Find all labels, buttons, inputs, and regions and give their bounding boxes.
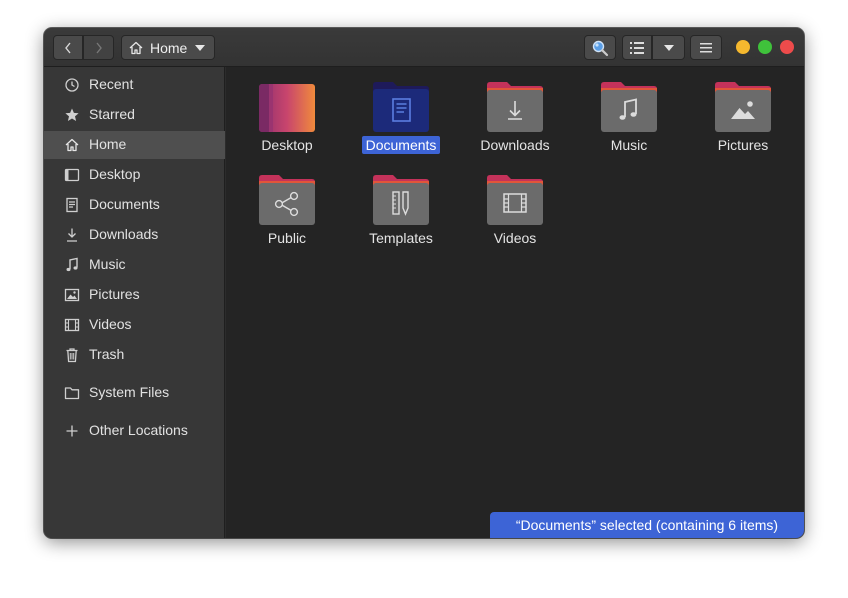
folder-tile[interactable]: Videos	[462, 165, 568, 251]
sidebar-item-label: Pictures	[89, 286, 140, 302]
sidebar-item-label: Downloads	[89, 226, 159, 242]
file-manager-window: Home Recent Starred Home Desktop Documen…	[44, 28, 804, 538]
list-view-icon	[630, 41, 644, 54]
back-button[interactable]	[53, 35, 83, 60]
star-icon	[64, 107, 80, 123]
maximize-button[interactable]	[758, 40, 772, 54]
plus-icon	[64, 423, 80, 439]
sidebar-item-system-files[interactable]: System Files	[44, 379, 225, 407]
folder-name: Templates	[369, 230, 433, 246]
home-icon	[129, 41, 143, 54]
public-folder-icon	[259, 174, 315, 230]
sidebar-item-recent[interactable]: Recent	[44, 71, 225, 99]
videos-folder-icon	[487, 174, 543, 230]
picture-icon	[64, 287, 80, 303]
folder-name: Pictures	[717, 137, 769, 153]
sidebar-item-label: Documents	[89, 196, 160, 212]
folder-tile[interactable]: Pictures	[690, 72, 796, 158]
sidebar-item-music[interactable]: Music	[44, 251, 225, 279]
sidebar-item-downloads[interactable]: Downloads	[44, 221, 225, 249]
forward-button[interactable]	[83, 35, 114, 60]
folder-name: Music	[610, 137, 648, 153]
header-bar: Home	[44, 28, 804, 67]
sidebar-item-label: Recent	[89, 76, 134, 92]
close-button[interactable]	[780, 40, 794, 54]
folder-tile[interactable]: Public	[234, 165, 340, 251]
sidebar-item-trash[interactable]: Trash	[44, 341, 225, 369]
dropdown-arrow-icon	[195, 44, 206, 51]
sidebar-item-label: Desktop	[89, 166, 141, 182]
folder-tile[interactable]: Downloads	[462, 72, 568, 158]
desktop-icon	[64, 167, 80, 183]
sidebar-item-label: System Files	[89, 384, 170, 400]
folder-name: Desktop	[261, 137, 313, 153]
folder-icon	[64, 385, 80, 401]
music-icon	[64, 257, 80, 273]
video-icon	[64, 317, 80, 333]
folder-name: Videos	[493, 230, 537, 246]
sidebar-item-videos[interactable]: Videos	[44, 311, 225, 339]
view-options-dropdown[interactable]	[652, 35, 685, 60]
folder-tile[interactable]: Templates	[348, 165, 454, 251]
documents-folder-icon	[373, 81, 429, 137]
search-button[interactable]	[584, 35, 616, 60]
folder-tile[interactable]: Documents	[348, 72, 454, 158]
path-bar-home[interactable]: Home	[121, 35, 215, 60]
document-icon	[64, 197, 80, 213]
folder-tile[interactable]: Desktop	[234, 72, 340, 158]
folder-name: Downloads	[480, 137, 550, 153]
dropdown-arrow-icon	[663, 44, 674, 51]
sidebar-item-starred[interactable]: Starred	[44, 101, 225, 129]
sidebar-item-pictures[interactable]: Pictures	[44, 281, 225, 309]
sidebar-item-label: Other Locations	[89, 422, 188, 438]
chevron-left-icon	[65, 42, 71, 53]
pictures-folder-icon	[715, 81, 771, 137]
trash-icon	[64, 347, 80, 363]
music-folder-icon	[601, 81, 657, 137]
sidebar: Recent Starred Home Desktop Documents Do…	[44, 67, 225, 538]
main-menu-button[interactable]	[690, 35, 722, 60]
sidebar-item-desktop[interactable]: Desktop	[44, 161, 225, 189]
home-icon	[64, 137, 80, 153]
clock-icon	[64, 77, 80, 93]
search-icon	[592, 40, 609, 56]
sidebar-item-other-locations[interactable]: Other Locations	[44, 417, 225, 445]
folder-name: Public	[267, 230, 307, 246]
status-overlay: “Documents” selected (containing 6 items…	[490, 512, 804, 538]
downloads-folder-icon	[487, 81, 543, 137]
templates-folder-icon	[373, 174, 429, 230]
folder-name: Documents	[361, 136, 441, 154]
file-view: Desktop Documents Downloads Music Pictur…	[226, 67, 804, 538]
sidebar-item-documents[interactable]: Documents	[44, 191, 225, 219]
sidebar-item-label: Home	[89, 136, 127, 152]
path-label: Home	[150, 39, 188, 56]
folder-tile[interactable]: Music	[576, 72, 682, 158]
sidebar-item-label: Music	[89, 256, 126, 272]
sidebar-item-home[interactable]: Home	[44, 131, 225, 159]
sidebar-item-label: Trash	[89, 346, 125, 362]
sidebar-item-label: Starred	[89, 106, 135, 122]
desktop-folder-icon	[259, 81, 315, 137]
sidebar-item-label: Videos	[89, 316, 132, 332]
minimize-button[interactable]	[736, 40, 750, 54]
list-view-button[interactable]	[622, 35, 652, 60]
download-icon	[64, 227, 80, 243]
chevron-right-icon	[95, 42, 102, 53]
hamburger-menu-icon	[700, 42, 712, 52]
